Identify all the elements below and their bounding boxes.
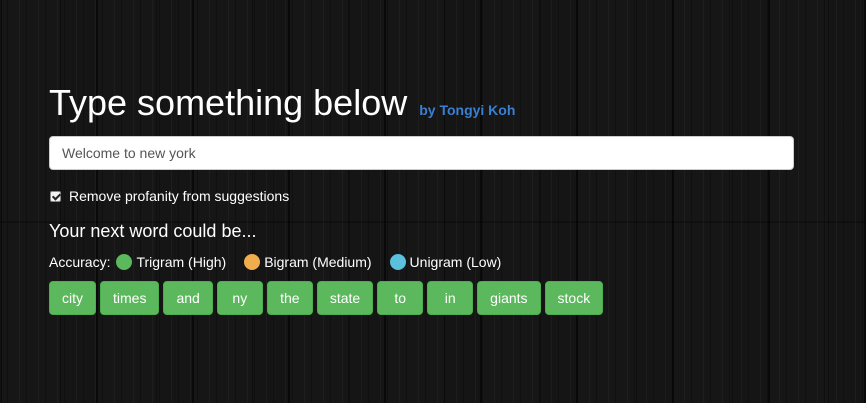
- legend-item-bigram: Bigram (Medium): [238, 254, 372, 270]
- legend-item-trigram: Trigram (High): [110, 254, 226, 270]
- bigram-dot-icon: [244, 254, 261, 270]
- suggestion-button[interactable]: the: [266, 281, 313, 315]
- suggestion-button[interactable]: to: [377, 281, 424, 315]
- profanity-checkbox[interactable]: [50, 190, 61, 202]
- title-row: Type something below by Tongyi Koh: [49, 80, 794, 126]
- accuracy-legend: Accuracy: Trigram (High) Bigram (Medium)…: [49, 251, 794, 273]
- author-byline: by Tongyi Koh: [419, 102, 516, 118]
- suggestion-button[interactable]: city: [49, 281, 96, 315]
- legend-item-unigram: Unigram (Low): [384, 254, 502, 270]
- suggestion-buttons: city times and ny the state to in giants…: [49, 281, 794, 315]
- suggestion-button[interactable]: giants: [477, 281, 541, 315]
- legend-label-trigram: Trigram (High): [136, 254, 227, 270]
- page-title: Type something below: [49, 82, 408, 123]
- suggestion-button[interactable]: stock: [544, 281, 604, 315]
- unigram-dot-icon: [389, 254, 406, 270]
- legend-label-unigram: Unigram (Low): [409, 254, 502, 270]
- accuracy-label: Accuracy:: [49, 254, 111, 270]
- profanity-checkbox-label[interactable]: Remove profanity from suggestions: [69, 188, 289, 204]
- suggestion-button[interactable]: times: [100, 281, 160, 315]
- suggestion-button[interactable]: and: [163, 281, 213, 315]
- legend-label-bigram: Bigram (Medium): [264, 254, 372, 270]
- suggestion-button[interactable]: ny: [216, 281, 263, 315]
- main-container: Type something below by Tongyi Koh Remov…: [49, 80, 794, 315]
- trigram-dot-icon: [116, 254, 133, 270]
- suggestion-button[interactable]: state: [316, 281, 374, 315]
- profanity-filter-row[interactable]: Remove profanity from suggestions: [49, 186, 794, 206]
- suggestion-button[interactable]: in: [427, 281, 474, 315]
- text-input[interactable]: [49, 136, 794, 170]
- suggestions-heading: Your next word could be...: [49, 221, 257, 241]
